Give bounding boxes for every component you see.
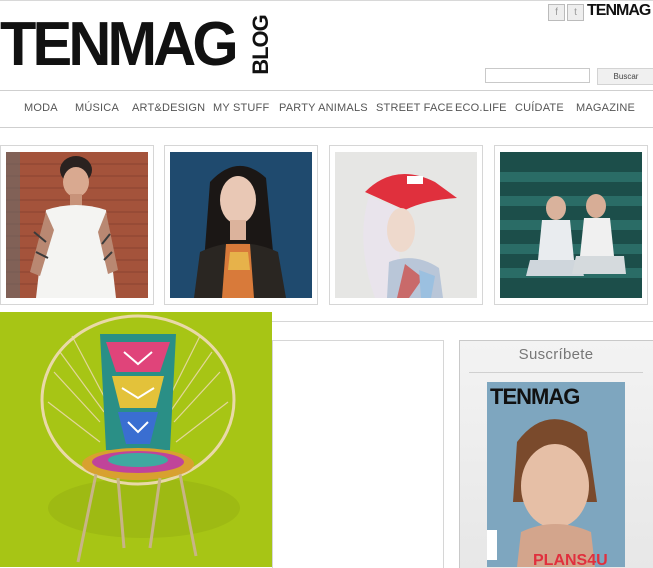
nav-item-eco-life[interactable]: ECO.LIFE [455, 102, 507, 114]
logo-wordmark: TENMAG [0, 10, 239, 79]
photo-card-4[interactable] [494, 145, 648, 305]
nav-item-art-design[interactable]: ART&DESIGN [132, 102, 205, 114]
nav-item-moda[interactable]: MODA [24, 102, 58, 114]
twitter-glyph: t [574, 7, 577, 18]
logo-blog-tag: BLOG [248, 15, 274, 75]
nav-item-magazine[interactable]: MAGAZINE [576, 102, 635, 114]
nav-item-party-animals[interactable]: PARTY ANIMALS [279, 102, 368, 114]
photo-card-2[interactable] [164, 145, 318, 305]
magazine-cover[interactable]: TENMAG PLANS4U [487, 382, 625, 567]
mini-logo[interactable]: TENMAG [587, 2, 651, 20]
red-cap-model-photo [335, 152, 477, 298]
chair-feature-image[interactable] [0, 312, 272, 567]
header-top-border [0, 0, 653, 1]
nav-item-cuidate[interactable]: CUÍDATE [515, 102, 564, 114]
photo-card-3[interactable] [329, 145, 483, 305]
search-input[interactable] [485, 68, 590, 83]
woman-dark-hair-photo [170, 152, 312, 298]
nav-bottom-border [0, 127, 653, 128]
nav-item-musica[interactable]: MÚSICA [75, 102, 119, 114]
nav-item-my-stuff[interactable]: MY STUFF [213, 102, 269, 114]
content-panel [272, 340, 444, 568]
nav-item-street-face[interactable]: STREET FACE [376, 102, 453, 114]
magazine-masthead: TENMAG [490, 384, 580, 409]
magazine-cover-headline: PLANS4U [533, 552, 608, 567]
subscribe-divider [469, 372, 643, 373]
search-button[interactable]: Buscar [597, 68, 653, 85]
photo-card-1[interactable] [0, 145, 154, 305]
nav-top-border [0, 90, 653, 91]
facebook-glyph: f [555, 7, 558, 18]
logo-blog-text: BLOG [248, 15, 273, 75]
two-men-stairs-photo [500, 152, 642, 298]
tattooed-man-photo [6, 152, 148, 298]
twitter-icon[interactable]: t [567, 4, 584, 21]
facebook-icon[interactable]: f [548, 4, 565, 21]
main-nav: MODA MÚSICA ART&DESIGN MY STUFF PARTY AN… [0, 92, 653, 126]
subscribe-title[interactable]: Suscríbete [459, 346, 653, 363]
site-logo[interactable]: TENMAG BLOG [0, 14, 300, 76]
